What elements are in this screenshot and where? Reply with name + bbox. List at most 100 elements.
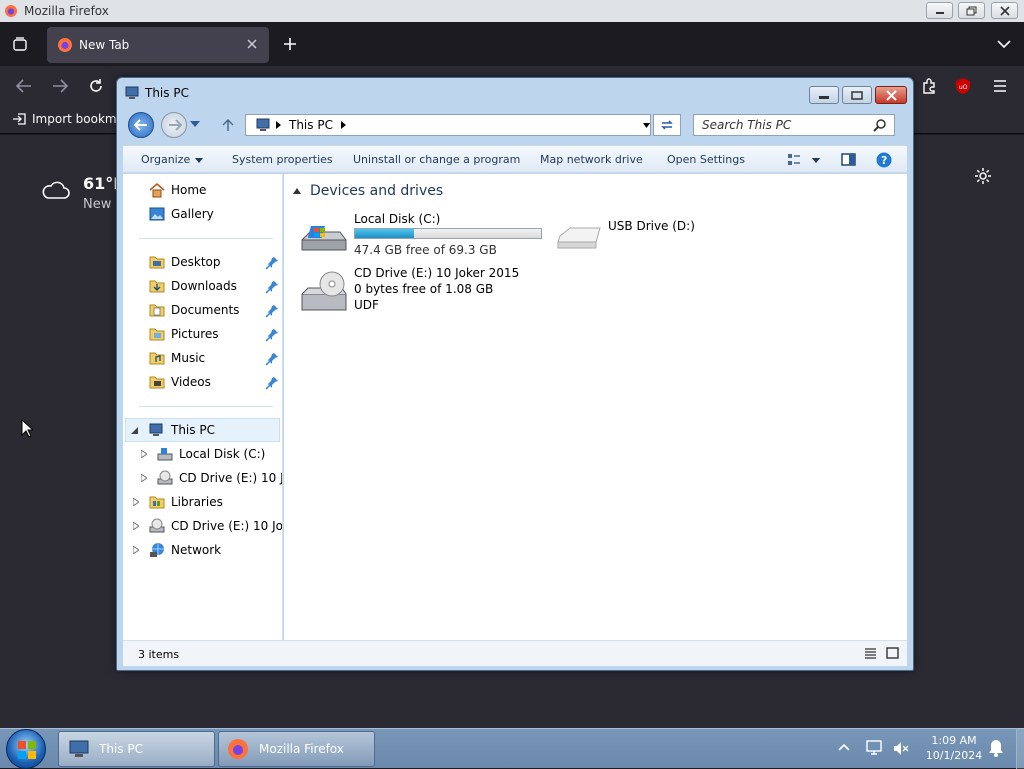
details-view-icon[interactable]: [864, 648, 877, 659]
gear-icon: [974, 167, 992, 185]
taskbar-this-pc[interactable]: This PC: [58, 731, 215, 767]
taskbar-label: Mozilla Firefox: [259, 742, 344, 756]
organize-button[interactable]: Organize: [141, 153, 190, 166]
pin-icon[interactable]: [265, 280, 279, 294]
nav-item-home[interactable]: Home: [149, 182, 206, 198]
restore-button[interactable]: [958, 2, 985, 19]
pin-icon[interactable]: [265, 304, 279, 318]
show-hidden-icons-icon[interactable]: [838, 743, 850, 751]
tab-new-tab[interactable]: New Tab: [47, 27, 269, 63]
large-icons-view-icon[interactable]: [886, 647, 899, 659]
refresh-button[interactable]: [653, 114, 681, 136]
minimize-icon: [935, 7, 945, 15]
nav-item-pictures[interactable]: Pictures: [149, 326, 219, 342]
tree-collapsed-icon[interactable]: [133, 546, 139, 554]
nav-item-videos[interactable]: Videos: [149, 374, 211, 390]
search-input[interactable]: Search This PC: [693, 114, 895, 136]
drive-name: Local Disk (C:): [354, 212, 441, 226]
tree-collapsed-icon[interactable]: [141, 474, 147, 482]
drive-cd-e[interactable]: CD Drive (E:) 10 Joker 2015 0 bytes free…: [300, 266, 540, 318]
address-crumb-this-pc[interactable]: This PC: [289, 118, 333, 132]
menu-button[interactable]: [988, 74, 1012, 98]
drive-usb-d[interactable]: USB Drive (D:): [554, 210, 754, 258]
explorer-minimize-button[interactable]: [809, 86, 839, 104]
up-arrow-icon[interactable]: [222, 118, 234, 132]
system-properties-button[interactable]: System properties: [232, 153, 333, 166]
crumb-arrow-icon[interactable]: [276, 121, 281, 129]
start-button[interactable]: [6, 729, 46, 769]
back-button[interactable]: [12, 74, 36, 98]
nav-item-cd-drive-child[interactable]: CD Drive (E:) 10 Jok: [157, 470, 282, 486]
nav-label: Videos: [171, 375, 211, 389]
nav-label: Local Disk (C:): [179, 447, 266, 461]
address-bar[interactable]: This PC: [245, 114, 651, 136]
libraries-icon: [149, 494, 165, 510]
crumb-arrow-icon[interactable]: [340, 121, 346, 129]
help-icon[interactable]: ?: [876, 152, 892, 168]
ublock-button[interactable]: uO: [953, 76, 973, 96]
this-pc-icon: [69, 740, 91, 758]
search-icon[interactable]: [873, 119, 886, 132]
folder-icon: [149, 374, 165, 390]
tree-collapsed-icon[interactable]: [133, 522, 139, 530]
tree-collapsed-icon[interactable]: [133, 498, 139, 506]
reload-button[interactable]: [84, 74, 108, 98]
this-pc-icon: [149, 422, 165, 438]
nav-item-downloads[interactable]: Downloads: [149, 278, 237, 294]
recent-locations-icon[interactable]: [190, 121, 200, 127]
tab-label: New Tab: [79, 38, 130, 52]
new-tab-button[interactable]: [278, 32, 302, 56]
usb-drive-icon: [554, 226, 604, 254]
section-collapse-icon[interactable]: [293, 188, 301, 194]
explorer-back-button[interactable]: [128, 112, 154, 138]
show-desktop-button[interactable]: [1016, 729, 1024, 769]
explorer-maximize-button[interactable]: [842, 86, 872, 104]
page-settings-button[interactable]: [971, 164, 995, 188]
map-network-drive-button[interactable]: Map network drive: [540, 153, 643, 166]
tree-expanded-icon[interactable]: [131, 427, 138, 434]
nav-item-gallery[interactable]: Gallery: [149, 206, 214, 222]
forward-button[interactable]: [48, 74, 72, 98]
tab-list-button[interactable]: [992, 32, 1016, 56]
nav-item-cd-drive[interactable]: CD Drive (E:) 10 Joker: [149, 518, 282, 534]
clock[interactable]: 1:09 AM 10/1/2024: [922, 733, 986, 763]
extensions-button[interactable]: [917, 74, 941, 98]
nav-item-music[interactable]: Music: [149, 350, 205, 366]
address-history-icon[interactable]: [643, 123, 650, 128]
explorer-close-button[interactable]: [875, 86, 907, 104]
close-tab-icon[interactable]: [246, 38, 258, 50]
preview-pane-icon[interactable]: [841, 153, 856, 166]
open-settings-button[interactable]: Open Settings: [667, 153, 745, 166]
volume-muted-icon[interactable]: [892, 740, 910, 758]
nav-label: Desktop: [171, 255, 221, 269]
view-options-chevron-icon[interactable]: [812, 158, 820, 163]
taskbar-firefox[interactable]: Mozilla Firefox: [218, 731, 375, 767]
nav-item-desktop[interactable]: Desktop: [149, 254, 221, 270]
firefox-logo-icon: [227, 738, 249, 760]
nav-item-documents[interactable]: Documents: [149, 302, 239, 318]
nav-item-this-pc[interactable]: This PC: [149, 422, 215, 438]
pin-icon[interactable]: [265, 352, 279, 366]
pin-icon[interactable]: [265, 376, 279, 390]
close-button[interactable]: [991, 2, 1018, 19]
nav-item-local-disk[interactable]: Local Disk (C:): [157, 446, 265, 462]
network-tray-icon[interactable]: [866, 739, 884, 757]
restore-icon: [966, 6, 977, 16]
drive-local-disk-c[interactable]: Local Disk (C:) 47.4 GB free of 69.3 GB: [300, 210, 548, 258]
nav-item-network[interactable]: Network: [149, 542, 221, 558]
explorer-forward-button[interactable]: [161, 112, 187, 138]
nav-item-libraries[interactable]: Libraries: [149, 494, 223, 510]
content-pane: Devices and drives Local Disk (C:) 47.4 …: [284, 174, 907, 640]
change-view-icon[interactable]: [787, 153, 801, 166]
nav-label: Music: [171, 351, 206, 365]
nav-label: Gallery: [171, 207, 214, 221]
import-bookmarks-item[interactable]: Import bookma: [12, 112, 124, 126]
minimize-button[interactable]: [926, 2, 953, 19]
tab-overview-button[interactable]: [8, 32, 32, 56]
pin-icon[interactable]: [265, 328, 279, 342]
item-count: 3 items: [138, 648, 180, 661]
uninstall-program-button[interactable]: Uninstall or change a program: [353, 153, 520, 166]
tree-collapsed-icon[interactable]: [141, 450, 147, 458]
pin-icon[interactable]: [265, 256, 279, 270]
notification-bell-icon[interactable]: [988, 739, 1004, 757]
